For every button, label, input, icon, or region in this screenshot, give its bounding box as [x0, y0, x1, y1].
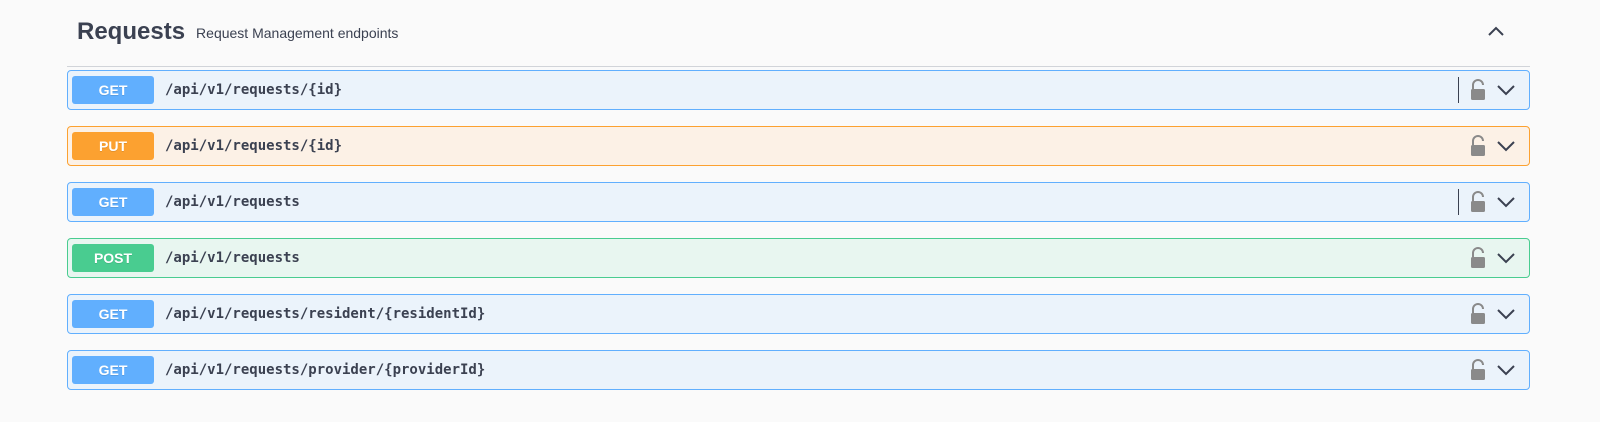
operation-controls [1469, 351, 1517, 389]
operation-get-requests-by-provider[interactable]: GET /api/v1/requests/provider/{providerI… [67, 350, 1530, 390]
chevron-up-icon[interactable] [1484, 20, 1508, 44]
method-badge: POST [72, 244, 154, 272]
divider [1458, 77, 1459, 103]
unlocked-padlock-icon[interactable] [1469, 359, 1487, 381]
unlocked-padlock-icon[interactable] [1469, 191, 1487, 213]
requests-section: Requests Request Management endpoints GE… [67, 0, 1530, 406]
endpoint-path: /api/v1/requests [165, 250, 300, 266]
endpoint-path: /api/v1/requests/{id} [165, 82, 343, 98]
divider [1458, 189, 1459, 215]
method-badge: GET [72, 356, 154, 384]
endpoint-path: /api/v1/requests/resident/{residentId} [165, 306, 486, 322]
operations-list: GET /api/v1/requests/{id} PUT /api/v1/re… [67, 70, 1530, 390]
endpoint-path: /api/v1/requests [165, 194, 300, 210]
unlocked-padlock-icon[interactable] [1469, 79, 1487, 101]
method-badge: GET [72, 300, 154, 328]
endpoint-path: /api/v1/requests/{id} [165, 138, 343, 154]
section-header[interactable]: Requests Request Management endpoints [67, 0, 1530, 67]
unlocked-padlock-icon[interactable] [1469, 247, 1487, 269]
chevron-down-icon[interactable] [1495, 191, 1517, 213]
chevron-down-icon[interactable] [1495, 135, 1517, 157]
operation-controls [1458, 183, 1517, 221]
method-badge: GET [72, 76, 154, 104]
operation-post-request[interactable]: POST /api/v1/requests [67, 238, 1530, 278]
operation-get-request-by-id[interactable]: GET /api/v1/requests/{id} [67, 70, 1530, 110]
operation-controls [1458, 71, 1517, 109]
section-description: Request Management endpoints [196, 25, 399, 41]
chevron-down-icon[interactable] [1495, 247, 1517, 269]
chevron-down-icon[interactable] [1495, 359, 1517, 381]
method-badge: GET [72, 188, 154, 216]
chevron-down-icon[interactable] [1495, 303, 1517, 325]
operation-controls [1469, 239, 1517, 277]
unlocked-padlock-icon[interactable] [1469, 303, 1487, 325]
unlocked-padlock-icon[interactable] [1469, 135, 1487, 157]
endpoint-path: /api/v1/requests/provider/{providerId} [165, 362, 486, 378]
chevron-down-icon[interactable] [1495, 79, 1517, 101]
method-badge: PUT [72, 132, 154, 160]
operation-controls [1469, 127, 1517, 165]
section-title[interactable]: Requests [77, 18, 185, 46]
operation-controls [1469, 295, 1517, 333]
operation-get-requests[interactable]: GET /api/v1/requests [67, 182, 1530, 222]
operation-get-requests-by-resident[interactable]: GET /api/v1/requests/resident/{residentI… [67, 294, 1530, 334]
operation-put-request-by-id[interactable]: PUT /api/v1/requests/{id} [67, 126, 1530, 166]
